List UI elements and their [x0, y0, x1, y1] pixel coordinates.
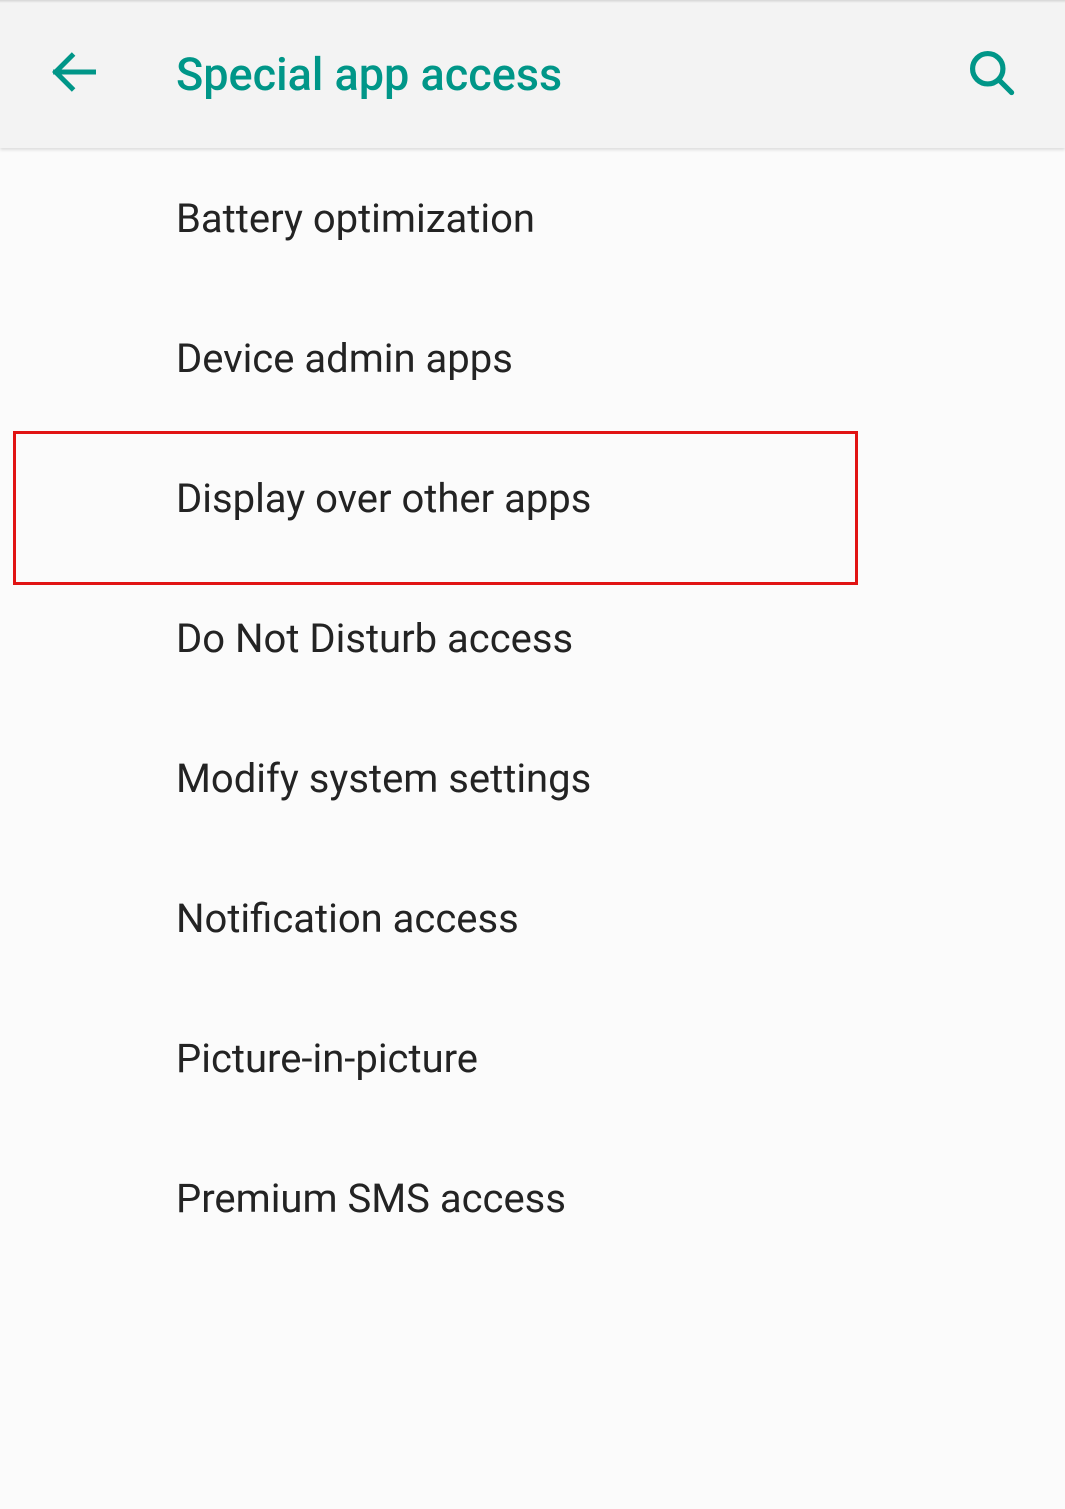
- item-battery-optimization[interactable]: Battery optimization: [0, 148, 1065, 288]
- item-modify-system-settings[interactable]: Modify system settings: [0, 708, 1065, 848]
- search-button[interactable]: [917, 0, 1065, 148]
- settings-list: Battery optimization Device admin apps D…: [0, 148, 1065, 1268]
- item-notification-access[interactable]: Notification access: [0, 848, 1065, 988]
- list-item-label: Battery optimization: [176, 195, 535, 242]
- list-item-label: Do Not Disturb access: [176, 615, 573, 662]
- item-do-not-disturb-access[interactable]: Do Not Disturb access: [0, 568, 1065, 708]
- list-item-label: Display over other apps: [176, 475, 591, 522]
- back-button[interactable]: [0, 0, 148, 148]
- list-item-label: Picture-in-picture: [176, 1035, 478, 1082]
- item-device-admin-apps[interactable]: Device admin apps: [0, 288, 1065, 428]
- item-picture-in-picture[interactable]: Picture-in-picture: [0, 988, 1065, 1128]
- back-arrow-icon: [48, 46, 100, 102]
- search-icon: [965, 46, 1017, 102]
- item-display-over-other-apps[interactable]: Display over other apps: [0, 428, 1065, 568]
- list-item-label: Modify system settings: [176, 755, 591, 802]
- list-item-label: Device admin apps: [176, 335, 513, 382]
- list-item-label: Notification access: [176, 895, 519, 942]
- list-item-label: Premium SMS access: [176, 1175, 566, 1222]
- item-premium-sms-access[interactable]: Premium SMS access: [0, 1128, 1065, 1268]
- page-title: Special app access: [148, 48, 917, 101]
- app-bar: Special app access: [0, 0, 1065, 148]
